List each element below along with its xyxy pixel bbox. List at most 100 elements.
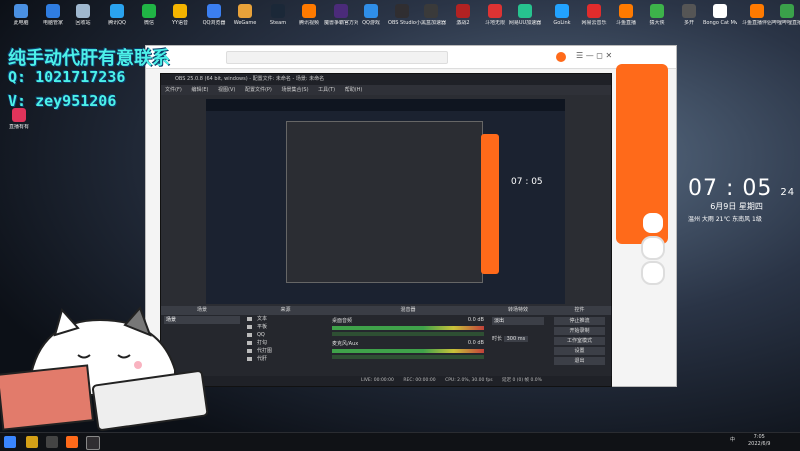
- browser-toolbar: ☰ — ◻ ✕: [146, 46, 676, 69]
- duration-row: 时长 300 ms: [492, 335, 544, 342]
- controls-dock: 控件 停止推流 开始录制 工作室模式 设置 退出: [548, 306, 612, 376]
- settings-button[interactable]: 设置: [554, 347, 605, 355]
- menu-scene-collection[interactable]: 场景集合(S): [281, 87, 308, 93]
- source-item[interactable]: 代打图: [243, 347, 328, 355]
- desktop-icon[interactable]: GoLink: [545, 4, 579, 26]
- obs-menubar: 文件(F) 编辑(E) 视图(V) 配置文件(P) 场景集合(S) 工具(T) …: [161, 85, 611, 95]
- source-label: 代打图: [257, 348, 273, 354]
- desktop-icon-label: 电脑管家: [42, 20, 63, 26]
- volume-slider[interactable]: [332, 332, 484, 336]
- desktop-icon[interactable]: 电脑管家: [36, 4, 70, 26]
- exit-button[interactable]: 退出: [554, 357, 605, 365]
- desktop-icon[interactable]: 小黑盒加速器: [414, 4, 448, 26]
- dock-header: 来源: [243, 306, 328, 315]
- start-recording-button[interactable]: 开始录制: [554, 327, 605, 335]
- share-icon[interactable]: [641, 261, 665, 285]
- menu-view[interactable]: 视图(V): [218, 87, 235, 93]
- app-icon: [488, 4, 502, 18]
- taskbar-time: 7:05: [753, 434, 765, 440]
- taskbar-clock[interactable]: 7:05 2022/6/9: [748, 434, 770, 448]
- app-icon: [780, 4, 794, 18]
- obs-window: OBS 25.0.8 (64 bit, windows) - 配置文件: 未命名…: [160, 73, 612, 387]
- app-icon: [12, 108, 26, 122]
- desktop-icon[interactable]: 魔兽争霸官方对战平台: [324, 4, 358, 26]
- studio-mode-button[interactable]: 工作室模式: [554, 337, 605, 345]
- desktop-icon[interactable]: 网易云音乐: [577, 4, 611, 26]
- ime-indicator[interactable]: 中: [730, 436, 735, 443]
- desktop-icon[interactable]: 腾讯视频: [292, 4, 326, 26]
- desktop-icon[interactable]: QQ浏览器: [197, 4, 231, 26]
- desktop-icon-label: 回收站: [75, 20, 91, 26]
- image-icon: [247, 325, 252, 329]
- desktop-icon[interactable]: 回收站: [66, 4, 100, 26]
- app-icon: [173, 4, 187, 18]
- desktop-icon-label: 网易UU加速器: [508, 20, 542, 26]
- desktop-icon[interactable]: 网易UU加速器: [508, 4, 542, 26]
- window-controls[interactable]: ☰ — ◻ ✕: [576, 51, 612, 60]
- desktop-icon[interactable]: YY语音: [163, 4, 197, 26]
- app-icon: [395, 4, 409, 18]
- desktop-icon[interactable]: 直播有有: [2, 108, 36, 130]
- menu-edit[interactable]: 编辑(E): [191, 87, 208, 93]
- address-bar[interactable]: [226, 51, 448, 64]
- home-icon[interactable]: [641, 236, 665, 260]
- track-db: 0.0 dB: [467, 340, 484, 346]
- desktop-icon[interactable]: Bongo Cat Mver: [703, 4, 737, 26]
- desktop-icon[interactable]: 斗鱼直播伴侣: [740, 4, 774, 26]
- obs-preview[interactable]: 07 : 05: [206, 99, 565, 304]
- taskbar-app-icon[interactable]: [46, 436, 58, 448]
- desktop-icon-label: 魔兽争霸官方对战平台: [324, 20, 358, 26]
- desktop-icon[interactable]: 腾讯QQ: [100, 4, 134, 26]
- desktop-icon[interactable]: QQ游戏: [354, 4, 388, 26]
- clock-time-row: 07 : 05 24: [688, 176, 795, 201]
- cpu-usage: CPU: 2.0%, 30.00 fps: [445, 378, 493, 383]
- desktop-icon[interactable]: 斗鱼直播: [609, 4, 643, 26]
- desktop-icon[interactable]: 多开: [672, 4, 706, 26]
- app-icon: [334, 4, 348, 18]
- window-icon: [247, 357, 252, 361]
- source-item[interactable]: 文本: [243, 315, 328, 323]
- source-item[interactable]: QQ: [243, 331, 328, 339]
- desktop-icon[interactable]: 哔哩哔哩直播: [770, 4, 800, 26]
- mixer-track: 桌面音频 0.0 dB: [332, 317, 484, 324]
- duration-input[interactable]: 300 ms: [503, 336, 529, 342]
- desktop-icon[interactable]: WeGame: [228, 4, 262, 26]
- desktop-icon-label: 小黑盒加速器: [415, 20, 446, 26]
- app-icon: [518, 4, 532, 18]
- transition-select[interactable]: 淡出: [492, 317, 544, 325]
- avatar[interactable]: [556, 52, 566, 62]
- desktop-icon-label: Steam: [269, 20, 287, 26]
- app-icon: [271, 4, 285, 18]
- desktop-icon-label: 微信: [143, 20, 154, 26]
- app-icon: [142, 4, 156, 18]
- desktop-icon[interactable]: 此电脑: [4, 4, 38, 26]
- taskbar-date: 2022/6/9: [748, 441, 771, 447]
- play-icon[interactable]: [641, 211, 665, 235]
- desktop-icon[interactable]: 猿大侠: [640, 4, 674, 26]
- stop-streaming-button[interactable]: 停止推流: [554, 317, 605, 325]
- menu-profile[interactable]: 配置文件(P): [245, 87, 272, 93]
- windows-start-icon[interactable]: [4, 436, 16, 448]
- app-icon: [76, 4, 90, 18]
- obs-taskbar-icon[interactable]: [86, 436, 100, 450]
- source-label: 文本: [257, 316, 268, 322]
- source-item[interactable]: 平板: [243, 323, 328, 331]
- track-name: 桌面音频: [332, 318, 353, 324]
- source-item[interactable]: 打勾: [243, 339, 328, 347]
- taskbar-app-icon[interactable]: [26, 436, 38, 448]
- source-item[interactable]: 代肝: [243, 355, 328, 363]
- bongo-cat-overlay: [0, 306, 209, 431]
- app-icon: [750, 4, 764, 18]
- desktop-icon[interactable]: Steam: [261, 4, 295, 26]
- app-icon: [302, 4, 316, 18]
- volume-slider[interactable]: [332, 355, 484, 359]
- menu-file[interactable]: 文件(F): [165, 87, 182, 93]
- taskbar-app-icon[interactable]: [66, 436, 78, 448]
- desktop-icon[interactable]: 微信: [132, 4, 166, 26]
- desktop-icon[interactable]: 激战2: [446, 4, 480, 26]
- menu-help[interactable]: 帮助(H): [345, 87, 363, 93]
- menu-tools[interactable]: 工具(T): [318, 87, 335, 93]
- window-icon: [247, 341, 252, 345]
- desktop-icon[interactable]: 斗地无限: [478, 4, 512, 26]
- app-icon: [238, 4, 252, 18]
